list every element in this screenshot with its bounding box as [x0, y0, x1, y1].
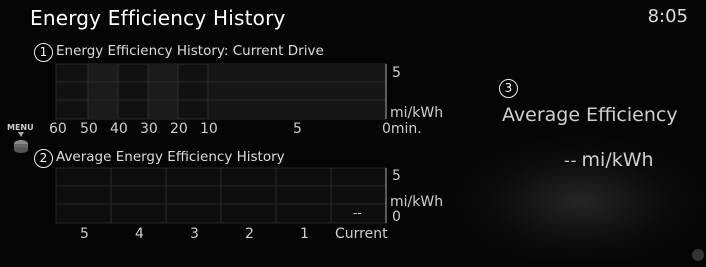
- average-history-x-tick: 2: [245, 226, 254, 242]
- average-history-ymax-label: 5: [392, 168, 401, 184]
- average-efficiency-unit: mi/kWh: [581, 149, 654, 171]
- average-efficiency-readout: -- mi/kWh: [564, 149, 654, 171]
- average-history-ymin-label: 0: [392, 209, 401, 225]
- average-history-x-tick: 1: [300, 226, 309, 242]
- corner-indicator-icon: [692, 249, 704, 261]
- average-history-x-tick: Current: [335, 226, 388, 242]
- average-history-plot-area: [55, 167, 387, 224]
- average-efficiency-value: --: [564, 151, 578, 170]
- average-history-unit-label: mi/kWh: [390, 194, 443, 210]
- average-efficiency-title: Average Efficiency: [502, 104, 678, 126]
- average-history-x-tick: 5: [80, 226, 89, 242]
- average-history-chart: -- 5 mi/kWh 0 5 4 3 2 1 Current: [55, 167, 443, 242]
- average-history-x-tick: 4: [135, 226, 144, 242]
- average-history-current-value: --: [353, 206, 362, 220]
- average-history-x-tick: 3: [190, 226, 199, 242]
- badge-3: 3: [499, 79, 518, 98]
